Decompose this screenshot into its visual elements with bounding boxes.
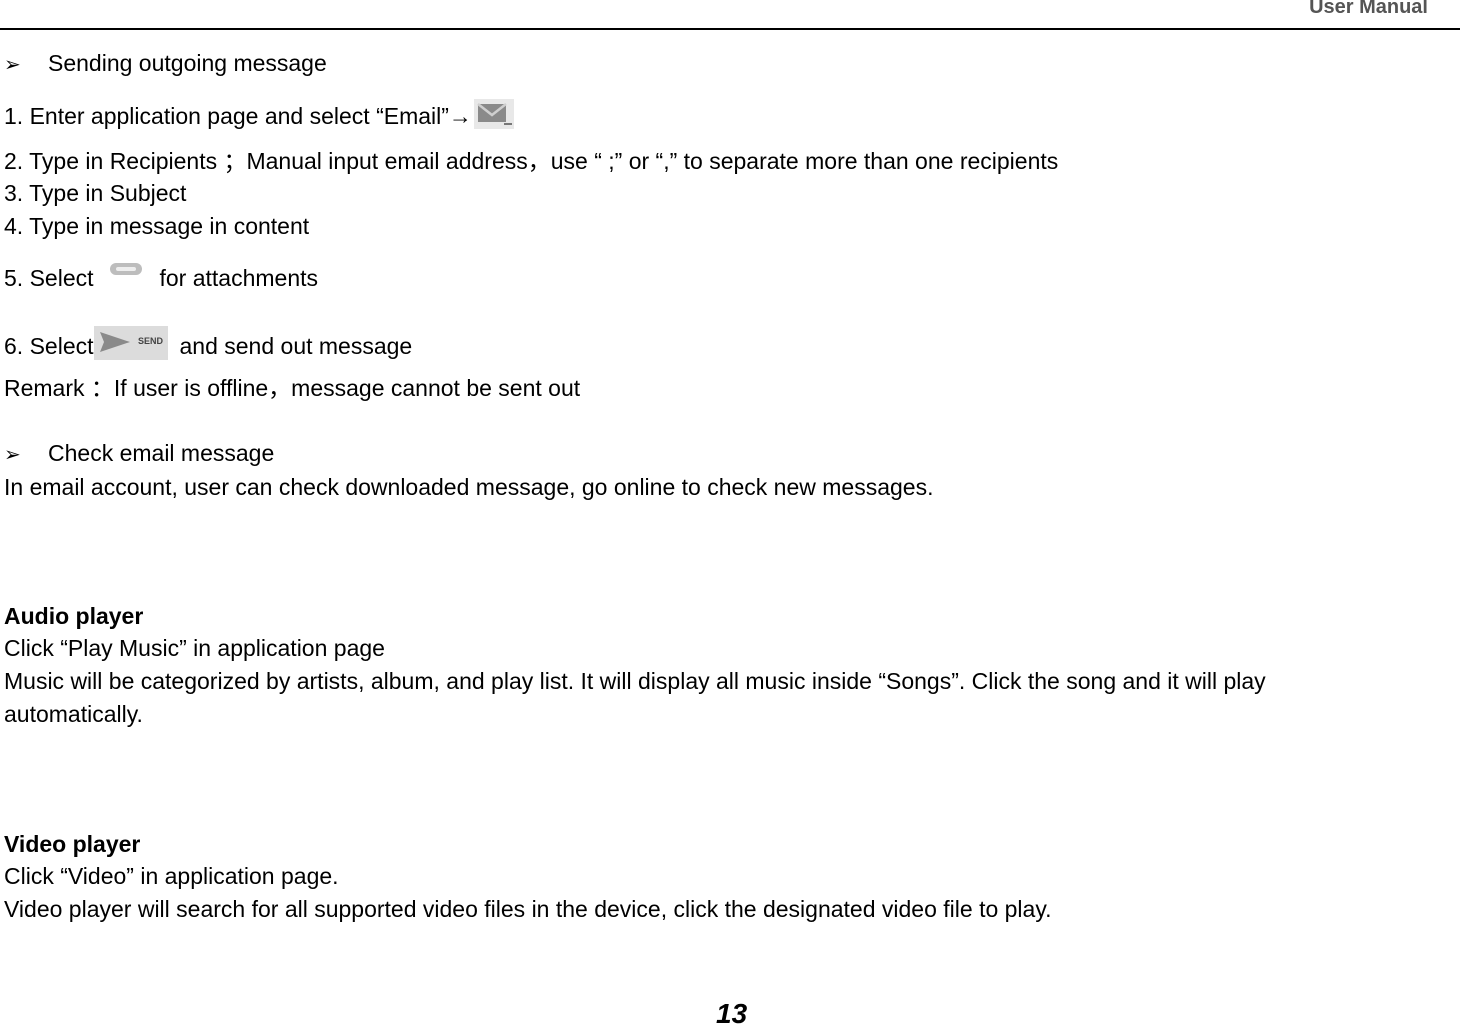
step-6: 6. Select SEND and send out message: [4, 326, 413, 365]
bullet-arrow-icon: ➢: [4, 444, 21, 466]
email-compose-icon: [473, 99, 514, 129]
page-number: 13: [716, 998, 748, 1029]
header-divider: [0, 28, 1460, 30]
paperclip-icon: [108, 259, 144, 281]
send-icon-label: SEND: [138, 336, 164, 346]
video-line-1: Click “Video” in application page.: [4, 863, 339, 889]
audio-line-3: automatically.: [4, 701, 143, 727]
bullet-label: Check email message: [48, 440, 275, 466]
bullet-arrow-icon: ➢: [4, 54, 21, 76]
step-5-text-after: for attachments: [159, 265, 319, 291]
check-text: In email account, user can check downloa…: [4, 474, 934, 500]
bullet-label: Sending outgoing message: [48, 50, 327, 76]
step-1: 1. Enter application page and select “Em…: [4, 99, 514, 133]
audio-line-2: Music will be categorized by artists, al…: [4, 668, 1266, 694]
step-3: 3. Type in Subject: [4, 180, 187, 206]
video-line-2: Video player will search for all support…: [4, 896, 1052, 922]
bullet-heading-sending: ➢ Sending outgoing message: [4, 50, 327, 78]
step-6-text-before: 6. Select: [4, 333, 94, 360]
bullet-heading-check: ➢ Check email message: [4, 440, 274, 468]
audio-line-1: Click “Play Music” in application page: [4, 635, 385, 661]
step-1-text: 1. Enter application page and select “Em…: [4, 103, 472, 130]
step-4: 4. Type in message in content: [4, 213, 310, 239]
step-6-text-after: and send out message: [179, 333, 413, 360]
audio-heading: Audio player: [4, 603, 144, 629]
send-icon: SEND: [93, 326, 168, 360]
remark: Remark ：If user is offline，message canno…: [4, 375, 581, 401]
header-title: User Manual: [1309, 0, 1428, 18]
video-heading: Video player: [4, 831, 141, 857]
step-5: 5. Select for attachments: [4, 262, 319, 291]
step-2: 2. Type in Recipients ；Manual input emai…: [4, 148, 1059, 174]
step-5-text-before: 5. Select: [4, 265, 94, 291]
